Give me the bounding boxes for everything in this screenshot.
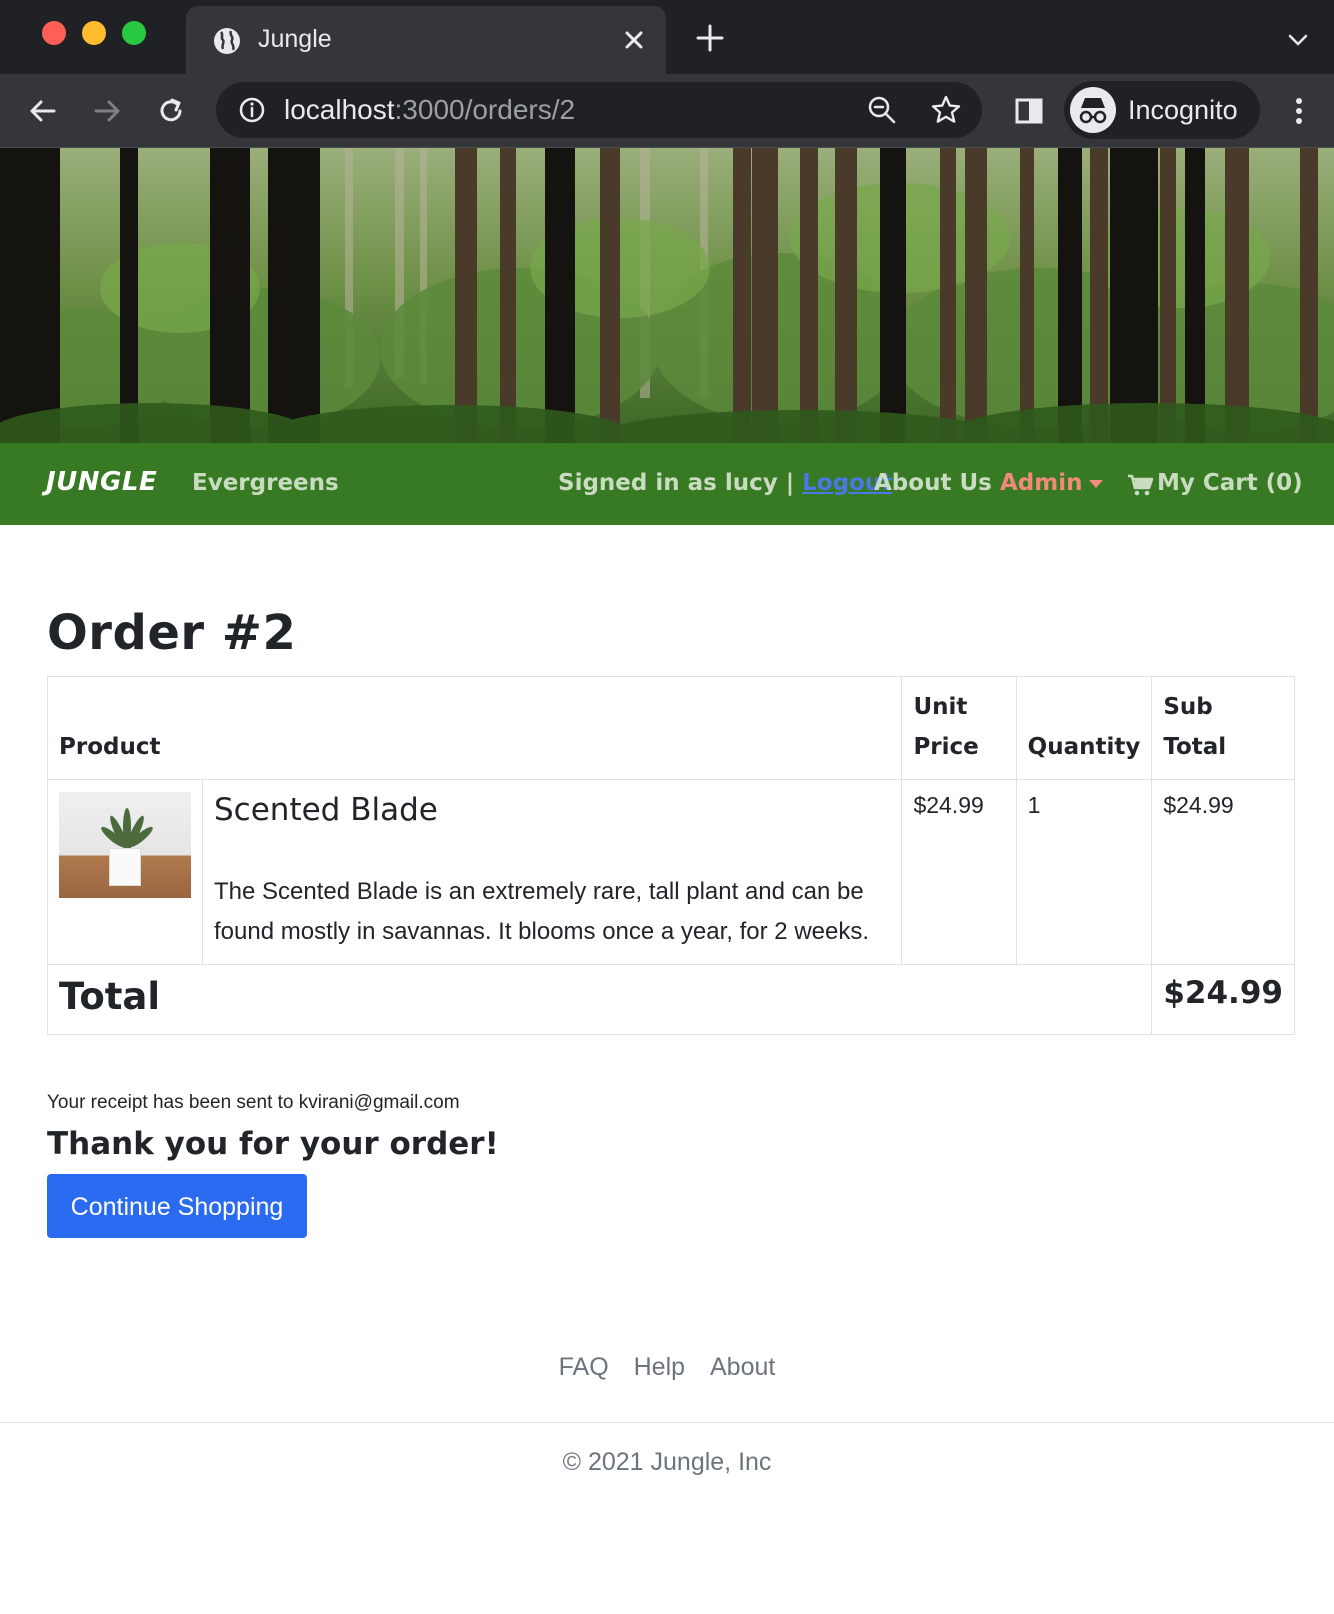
cart-icon[interactable] <box>1127 474 1153 496</box>
header-sub-total: Sub Total <box>1151 676 1295 780</box>
window-minimize-button[interactable] <box>82 21 106 45</box>
table-row: Scented Blade The Scented Blade is an ex… <box>47 779 1295 965</box>
tab-title: Jungle <box>258 25 332 53</box>
footer-link-about[interactable]: About <box>710 1353 775 1381</box>
header-product: Product <box>46 676 903 780</box>
incognito-icon <box>1070 87 1116 133</box>
forward-arrow-icon[interactable] <box>90 94 124 128</box>
kebab-menu-icon[interactable] <box>1282 94 1316 128</box>
total-amount: $24.99 <box>1151 964 1295 1035</box>
footer-link-faq[interactable]: FAQ <box>559 1353 609 1381</box>
incognito-profile-button[interactable]: Incognito <box>1064 81 1260 139</box>
caret-down-icon[interactable] <box>1089 480 1103 488</box>
sub-total-cell: $24.99 <box>1151 779 1295 965</box>
browser-toolbar: localhost:3000/orders/2 Incognito <box>0 74 1334 148</box>
incognito-label: Incognito <box>1128 95 1238 125</box>
header-unit-price: Unit Price <box>901 676 1017 780</box>
nav-about-us[interactable]: About Us <box>874 470 992 496</box>
browser-tab-bar: Jungle <box>0 0 1334 74</box>
quantity-cell: 1 <box>1015 779 1153 965</box>
forest-illustration <box>0 148 1334 443</box>
footer-links: FAQ Help About <box>0 1353 1334 1382</box>
nav-admin-dropdown[interactable]: Admin <box>1000 470 1083 496</box>
order-table: Product Unit Price Quantity Sub Total Sc… <box>46 676 1295 1035</box>
table-header-row: Product Unit Price Quantity Sub Total <box>46 676 1295 780</box>
total-label: Total <box>46 964 1153 1035</box>
browser-tab[interactable]: Jungle <box>186 6 666 74</box>
copyright-text: © 2021 Jungle, Inc <box>562 1448 772 1476</box>
signed-in-text: Signed in as lucy | <box>558 470 795 496</box>
total-row: Total $24.99 <box>46 964 1295 1035</box>
product-thumbnail[interactable] <box>59 792 191 898</box>
address-bar[interactable]: localhost:3000/orders/2 <box>216 82 982 138</box>
back-arrow-icon[interactable] <box>26 94 60 128</box>
sidebar-icon[interactable] <box>1012 94 1046 128</box>
receipt-notice: Your receipt has been sent to kvirani@gm… <box>47 1092 460 1113</box>
nav-category-evergreens[interactable]: Evergreens <box>192 470 339 496</box>
site-navbar: JUNGLE Evergreens Signed in as lucy | Lo… <box>0 443 1334 525</box>
url-host: localhost <box>284 94 395 125</box>
brand-logo[interactable]: JUNGLE <box>46 467 157 497</box>
globe-icon <box>214 28 240 54</box>
window-zoom-button[interactable] <box>122 21 146 45</box>
thank-you-heading: Thank you for your order! <box>47 1126 499 1162</box>
close-icon[interactable] <box>620 26 648 54</box>
product-description: The Scented Blade is an extremely rare, … <box>214 878 870 945</box>
page-title: Order #2 <box>47 605 297 661</box>
continue-shopping-button[interactable]: Continue Shopping <box>47 1174 307 1238</box>
unit-price-cell: $24.99 <box>901 779 1017 965</box>
signed-in-status: Signed in as lucy | Logout <box>558 470 892 496</box>
product-thumbnail-cell <box>47 779 203 965</box>
star-icon[interactable] <box>930 94 962 126</box>
nav-my-cart[interactable]: My Cart (0) <box>1157 470 1303 496</box>
chevron-down-icon[interactable] <box>1286 28 1310 52</box>
plus-icon[interactable] <box>694 22 726 54</box>
info-icon[interactable] <box>238 96 266 124</box>
url-text: localhost:3000/orders/2 <box>284 94 575 126</box>
url-path: :3000/orders/2 <box>394 94 576 125</box>
reload-icon[interactable] <box>154 94 188 128</box>
footer-link-help[interactable]: Help <box>634 1353 685 1381</box>
product-info-cell: Scented Blade The Scented Blade is an ex… <box>201 779 903 965</box>
header-quantity: Quantity <box>1015 676 1153 780</box>
hero-forest-image <box>0 148 1334 443</box>
product-name[interactable]: Scented Blade <box>214 792 890 828</box>
footer-divider <box>0 1422 1334 1423</box>
window-close-button[interactable] <box>42 21 66 45</box>
zoom-icon[interactable] <box>866 94 898 126</box>
